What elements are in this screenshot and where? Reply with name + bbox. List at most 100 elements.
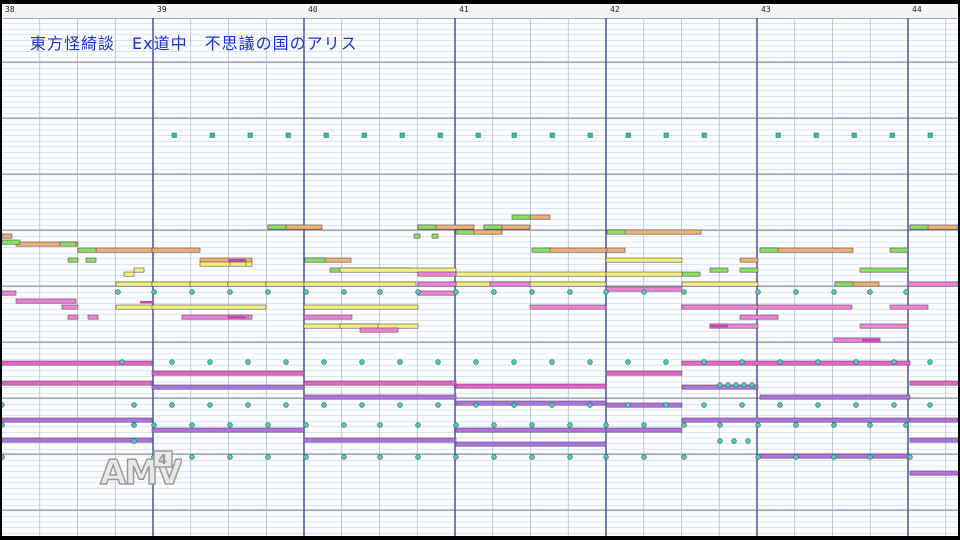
- drum-hit-hi-2[interactable]: [247, 132, 253, 138]
- note-bar-100[interactable]: [303, 394, 457, 400]
- note-bar-15[interactable]: [606, 247, 626, 253]
- note-bar-65[interactable]: [339, 323, 379, 329]
- drum-hit-c-56[interactable]: [587, 402, 593, 408]
- note-bar-77[interactable]: [489, 281, 531, 287]
- drum-hit-c-48[interactable]: [283, 402, 289, 408]
- note-bar-84[interactable]: [739, 314, 779, 320]
- drum-hit-b-24[interactable]: [245, 359, 251, 365]
- drum-hit-a-16[interactable]: [755, 289, 761, 295]
- drum-hit-b-41[interactable]: [891, 359, 897, 365]
- drum-hit-b-28[interactable]: [397, 359, 403, 365]
- note-bar-103[interactable]: [759, 394, 911, 400]
- drum-hit-b-34[interactable]: [625, 359, 631, 365]
- drum-hit-a-7[interactable]: [377, 289, 383, 295]
- drum-hit-e-109[interactable]: [907, 454, 913, 460]
- drum-hit-c-52[interactable]: [435, 402, 441, 408]
- note-bar-37[interactable]: [739, 267, 759, 273]
- drum-hit-b-35[interactable]: [663, 359, 669, 365]
- note-bar-35[interactable]: [681, 271, 701, 277]
- note-bar-27[interactable]: [304, 257, 326, 263]
- note-bar-58[interactable]: [681, 281, 759, 287]
- drum-roll-113[interactable]: [741, 382, 747, 388]
- drum-hit-d-68[interactable]: [151, 422, 157, 428]
- note-bar-78[interactable]: [417, 271, 457, 277]
- note-bar-22[interactable]: [59, 241, 77, 247]
- note-bar-97[interactable]: [681, 360, 911, 366]
- note-bar-79[interactable]: [529, 304, 607, 310]
- note-bar-49[interactable]: [189, 281, 229, 287]
- note-accent-119[interactable]: [140, 301, 154, 304]
- drum-hit-c-65[interactable]: [927, 402, 933, 408]
- note-bar-38[interactable]: [759, 247, 779, 253]
- note-bar-42[interactable]: [909, 224, 929, 230]
- note-bar-70[interactable]: [61, 304, 79, 310]
- drum-hit-hi-18[interactable]: [889, 132, 895, 138]
- note-bar-114[interactable]: [909, 437, 958, 443]
- drum-hit-a-4[interactable]: [265, 289, 271, 295]
- drum-hit-b-21[interactable]: [119, 359, 125, 365]
- note-bar-55[interactable]: [455, 281, 607, 287]
- note-bar-116[interactable]: [909, 470, 958, 476]
- note-bar-96[interactable]: [605, 370, 683, 376]
- drum-hit-c-53[interactable]: [473, 402, 479, 408]
- note-bar-90[interactable]: [359, 327, 399, 333]
- drum-hit-a-0[interactable]: [115, 289, 121, 295]
- drum-hit-e-98[interactable]: [453, 454, 459, 460]
- drum-hit-c-58[interactable]: [663, 402, 669, 408]
- drum-hit-d-72[interactable]: [303, 422, 309, 428]
- note-bar-41[interactable]: [889, 247, 909, 253]
- note-bar-107[interactable]: [151, 427, 305, 433]
- drum-hit-a-8[interactable]: [415, 289, 421, 295]
- note-bar-32[interactable]: [511, 214, 531, 220]
- drum-hit-b-29[interactable]: [435, 359, 441, 365]
- note-bar-13[interactable]: [529, 214, 551, 220]
- note-bar-106[interactable]: [2, 437, 153, 443]
- note-bar-39[interactable]: [834, 281, 854, 287]
- drum-hit-hi-19[interactable]: [927, 132, 933, 138]
- drum-hit-b-27[interactable]: [359, 359, 365, 365]
- drum-hit-hi-1[interactable]: [209, 132, 215, 138]
- drum-hit-a-17[interactable]: [793, 289, 799, 295]
- drum-hit-b-39[interactable]: [815, 359, 821, 365]
- note-bar-52[interactable]: [303, 281, 417, 287]
- drum-hit-d-75[interactable]: [415, 422, 421, 428]
- drum-hit-a-18[interactable]: [831, 289, 837, 295]
- drum-hit-a-3[interactable]: [227, 289, 233, 295]
- drum-hit-e-97[interactable]: [415, 454, 421, 460]
- drum-hit-hi-11[interactable]: [587, 132, 593, 138]
- note-bar-44[interactable]: [431, 233, 439, 239]
- note-bar-31[interactable]: [483, 224, 503, 230]
- drum-hit-a-12[interactable]: [567, 289, 573, 295]
- drum-hit-c-50[interactable]: [359, 402, 365, 408]
- drum-hit-hi-3[interactable]: [285, 132, 291, 138]
- drum-hit-b-31[interactable]: [511, 359, 517, 365]
- drum-hit-hi-5[interactable]: [361, 132, 367, 138]
- drum-hit-a-1[interactable]: [151, 289, 157, 295]
- note-bar-68[interactable]: [2, 290, 17, 296]
- drum-hit-a-19[interactable]: [867, 289, 873, 295]
- note-bar-89[interactable]: [303, 314, 353, 320]
- drum-hit-a-15[interactable]: [681, 289, 687, 295]
- note-bar-4[interactable]: [151, 247, 201, 253]
- drum-hit-e-106[interactable]: [793, 454, 799, 460]
- note-bar-47[interactable]: [115, 281, 153, 287]
- note-bar-26[interactable]: [267, 224, 287, 230]
- note-bar-75[interactable]: [417, 281, 457, 287]
- note-bar-69[interactable]: [15, 298, 77, 304]
- drum-hit-b-25[interactable]: [283, 359, 289, 365]
- drum-hit-b-38[interactable]: [777, 359, 783, 365]
- drum-hit-e-96[interactable]: [377, 454, 383, 460]
- drum-hit-g-118[interactable]: [131, 422, 137, 428]
- drum-hit-e-94[interactable]: [303, 454, 309, 460]
- note-accent-117[interactable]: [228, 259, 246, 262]
- drum-hit-c-62[interactable]: [815, 402, 821, 408]
- note-bar-1[interactable]: [15, 241, 63, 247]
- drum-hit-d-69[interactable]: [189, 422, 195, 428]
- note-bar-72[interactable]: [87, 314, 99, 320]
- drum-hit-b-33[interactable]: [587, 359, 593, 365]
- note-bar-40[interactable]: [859, 267, 909, 273]
- note-bar-30[interactable]: [455, 229, 475, 235]
- note-bar-46[interactable]: [123, 271, 135, 277]
- drum-hit-e-91[interactable]: [189, 454, 195, 460]
- drum-roll-114[interactable]: [749, 382, 755, 388]
